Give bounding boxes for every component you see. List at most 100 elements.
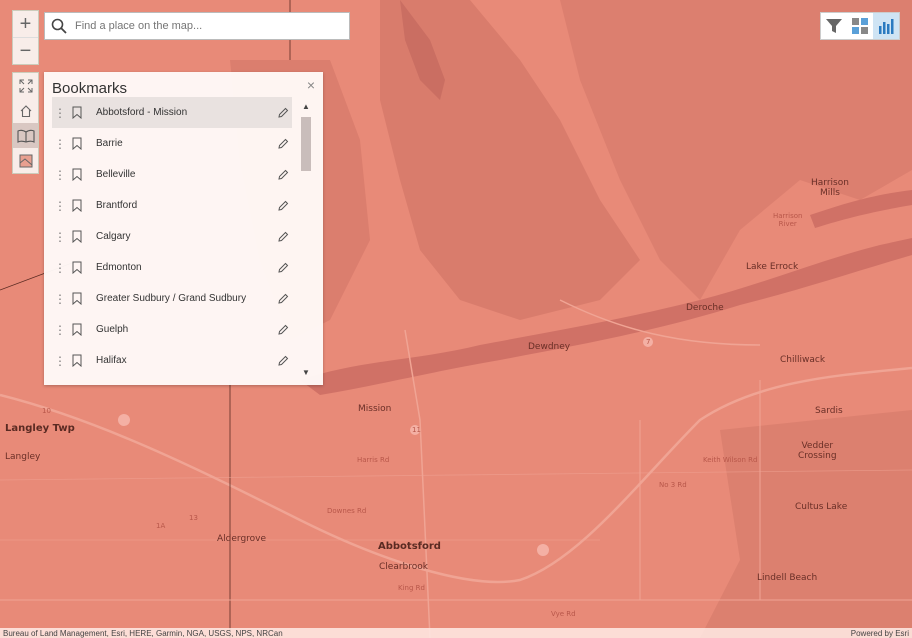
place-label-clearbrook: Clearbrook — [379, 562, 428, 572]
bookmark-label: Abbotsford - Mission — [96, 107, 188, 118]
place-label-langley: Langley — [5, 452, 41, 462]
bookmark-label: Edmonton — [96, 262, 142, 273]
drag-handle-icon[interactable]: ⋮ — [54, 261, 66, 275]
bookmarks-title: Bookmarks — [52, 80, 128, 97]
place-label-deroche: Deroche — [686, 303, 724, 313]
scrollbar-thumb[interactable] — [301, 117, 311, 171]
highway-shield-11: 11 — [412, 426, 421, 434]
place-label-lake-errock: Lake Errock — [746, 262, 799, 272]
home-button[interactable] — [13, 98, 38, 123]
bookmarks-close-button[interactable]: × — [307, 77, 315, 93]
bookmark-icon — [72, 292, 88, 305]
bookmark-icon — [72, 354, 88, 367]
place-label-lindell-beach: Lindell Beach — [757, 573, 818, 583]
basemap-icon — [19, 154, 32, 167]
bookmark-item[interactable]: ⋮ Calgary — [52, 221, 292, 252]
drag-handle-icon[interactable]: ⋮ — [54, 168, 66, 182]
place-label-dewdney: Dewdney — [528, 342, 571, 352]
drag-handle-icon[interactable]: ⋮ — [54, 199, 66, 213]
basemap-button[interactable] — [13, 148, 38, 173]
bookmark-label: Brantford — [96, 200, 138, 211]
drag-handle-icon[interactable]: ⋮ — [54, 323, 66, 337]
bookmark-item[interactable]: ⋮ Greater Sudbury / Grand Sudbury — [52, 283, 292, 314]
bookmark-item[interactable]: ⋮ Abbotsford - Mission — [52, 97, 292, 128]
filter-button[interactable] — [821, 13, 847, 39]
place-label-sardis: Sardis — [815, 406, 843, 416]
road-label-downes-rd: Downes Rd — [327, 507, 367, 515]
bookmark-label: Halifax — [96, 355, 127, 366]
place-label-aldergrove: Aldergrove — [217, 534, 267, 544]
edit-pencil-icon[interactable] — [274, 138, 292, 150]
edit-pencil-icon[interactable] — [274, 355, 292, 367]
search-input[interactable] — [73, 19, 349, 33]
highway-shield-13: 13 — [189, 514, 198, 522]
layer-list-button[interactable] — [847, 13, 873, 39]
filter-icon — [826, 19, 842, 33]
place-label-harrison-mills: Harrison Mills — [811, 178, 849, 198]
drag-handle-icon[interactable]: ⋮ — [54, 354, 66, 368]
search-box — [44, 12, 350, 40]
highway-shield-1a: 1A — [156, 522, 166, 530]
bookmark-item[interactable]: ⋮ Barrie — [52, 128, 292, 159]
highway-shield-10: 10 — [42, 407, 51, 415]
zoom-control: + − — [12, 10, 39, 65]
edit-pencil-icon[interactable] — [274, 293, 292, 305]
chart-button[interactable] — [873, 13, 899, 39]
place-label-abbotsford: Abbotsford — [378, 541, 441, 552]
bookmark-icon — [72, 106, 88, 119]
expand-icon — [19, 79, 32, 92]
book-icon — [16, 129, 35, 143]
place-label-cultus-lake: Cultus Lake — [795, 502, 848, 512]
bookmark-item[interactable]: ⋮ Belleville — [52, 159, 292, 190]
drag-handle-icon[interactable]: ⋮ — [54, 230, 66, 244]
zoom-in-button[interactable]: + — [13, 11, 38, 37]
bookmark-item[interactable]: ⋮ Guelph — [52, 314, 292, 345]
bookmark-label: Calgary — [96, 231, 131, 242]
place-label-mission: Mission — [358, 404, 392, 414]
road-label-vye-rd: Vye Rd — [551, 610, 576, 618]
chart-icon — [879, 19, 894, 34]
bookmark-icon — [72, 323, 88, 336]
highway-shield-7: 7 — [646, 338, 651, 346]
place-label-harrison-river: Harrison River — [773, 212, 803, 228]
edit-pencil-icon[interactable] — [274, 107, 292, 119]
road-label-king-rd: King Rd — [398, 584, 425, 592]
place-label-vedder-crossing: Vedder Crossing — [798, 441, 837, 461]
bookmark-label: Greater Sudbury / Grand Sudbury — [96, 293, 247, 304]
bookmark-icon — [72, 137, 88, 150]
drag-handle-icon[interactable]: ⋮ — [54, 292, 66, 306]
bookmark-label: Belleville — [96, 169, 136, 180]
bookmark-item[interactable]: ⋮ Edmonton — [52, 252, 292, 283]
search-icon[interactable] — [45, 18, 73, 34]
edit-pencil-icon[interactable] — [274, 324, 292, 336]
bookmark-scrollbar[interactable]: ▲ ▼ — [300, 102, 312, 377]
bookmark-label: Guelph — [96, 324, 129, 335]
attribution-bar: Bureau of Land Management, Esri, HERE, G… — [0, 628, 912, 638]
bookmarks-button[interactable] — [13, 123, 38, 148]
bookmark-item[interactable]: ⋮ Brantford — [52, 190, 292, 221]
powered-by-link[interactable]: Powered by Esri — [851, 629, 909, 638]
edit-pencil-icon[interactable] — [274, 262, 292, 274]
road-label-no3-rd: No 3 Rd — [659, 481, 687, 489]
edit-pencil-icon[interactable] — [274, 169, 292, 181]
bookmark-label: Barrie — [96, 138, 123, 149]
bookmarks-panel: Bookmarks × ⋮ Abbotsford - Mission ⋮ Barrie… — [44, 72, 323, 385]
place-label-langley-twp: Langley Twp — [5, 423, 75, 434]
zoom-out-button[interactable]: − — [13, 37, 38, 64]
home-icon — [20, 104, 31, 117]
drag-handle-icon[interactable]: ⋮ — [54, 106, 66, 120]
place-label-chilliwack: Chilliwack — [780, 355, 826, 365]
road-label-harris-rd: Harris Rd — [357, 456, 390, 464]
edit-pencil-icon[interactable] — [274, 231, 292, 243]
attribution-text: Bureau of Land Management, Esri, HERE, G… — [3, 628, 283, 638]
drag-handle-icon[interactable]: ⋮ — [54, 137, 66, 151]
bookmark-list: ⋮ Abbotsford - Mission ⋮ Barrie ⋮ Belleville ⋮… — [52, 97, 292, 376]
scroll-up-icon[interactable]: ▲ — [302, 102, 310, 111]
bookmark-icon — [72, 199, 88, 212]
edit-pencil-icon[interactable] — [274, 200, 292, 212]
bookmark-item[interactable]: ⋮ Halifax — [52, 345, 292, 376]
tool-column — [12, 72, 39, 174]
bookmark-icon — [72, 168, 88, 181]
fullscreen-button[interactable] — [13, 73, 38, 98]
scroll-down-icon[interactable]: ▼ — [302, 368, 310, 377]
